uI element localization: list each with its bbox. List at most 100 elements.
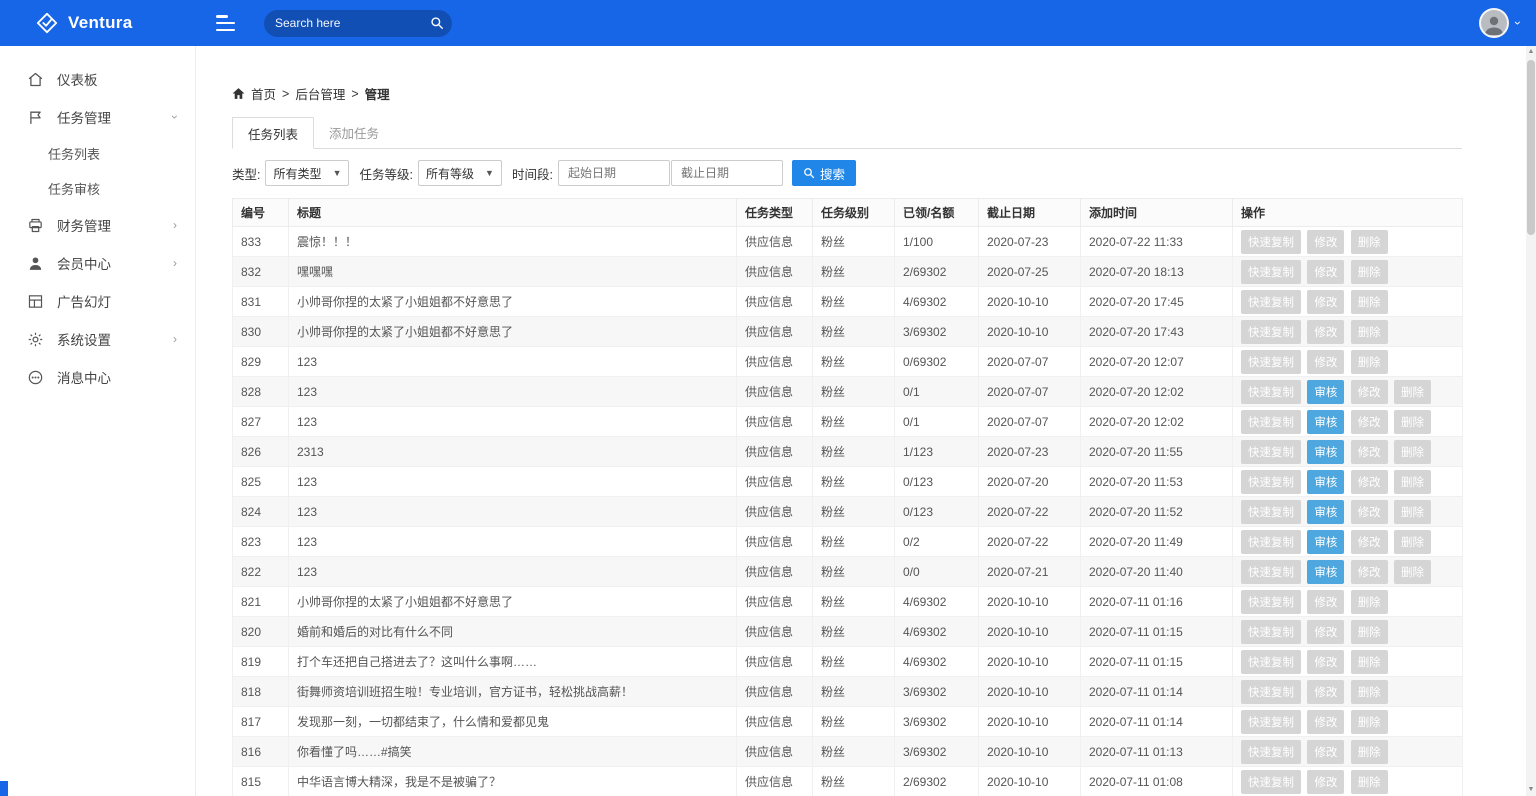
quick-copy-button[interactable]: 快速复制 [1241,530,1301,554]
home-icon[interactable] [232,87,245,100]
delete-button[interactable]: 删除 [1351,290,1388,314]
delete-button[interactable]: 删除 [1351,260,1388,284]
quick-copy-button[interactable]: 快速复制 [1241,500,1301,524]
quick-copy-button[interactable]: 快速复制 [1241,710,1301,734]
delete-button[interactable]: 删除 [1351,740,1388,764]
delete-button[interactable]: 删除 [1394,500,1431,524]
quick-copy-button[interactable]: 快速复制 [1241,290,1301,314]
edit-button[interactable]: 修改 [1307,260,1344,284]
search-input[interactable] [275,16,430,30]
edit-button[interactable]: 修改 [1307,770,1344,794]
edit-button[interactable]: 修改 [1351,500,1388,524]
edit-button[interactable]: 修改 [1351,470,1388,494]
delete-button[interactable]: 删除 [1351,350,1388,374]
hamburger-menu-icon[interactable] [216,15,238,31]
edit-button[interactable]: 修改 [1307,320,1344,344]
quick-copy-button[interactable]: 快速复制 [1241,440,1301,464]
delete-button[interactable]: 删除 [1394,470,1431,494]
quick-copy-button[interactable]: 快速复制 [1241,650,1301,674]
sidebar-item-system-settings[interactable]: 系统设置 › [0,320,195,358]
start-date-input[interactable] [558,160,670,186]
quick-copy-button[interactable]: 快速复制 [1241,680,1301,704]
delete-button[interactable]: 删除 [1394,530,1431,554]
delete-button[interactable]: 删除 [1351,320,1388,344]
delete-button[interactable]: 删除 [1351,710,1388,734]
delete-button[interactable]: 删除 [1351,620,1388,644]
quick-copy-button[interactable]: 快速复制 [1241,560,1301,584]
level-select[interactable]: 所有等级 ▼ [418,160,502,186]
search-icon[interactable] [430,16,444,30]
user-avatar[interactable] [1479,8,1509,38]
edit-button[interactable]: 修改 [1307,620,1344,644]
task-level: 粉丝 [813,587,895,617]
delete-button[interactable]: 删除 [1351,770,1388,794]
quick-copy-button[interactable]: 快速复制 [1241,260,1301,284]
delete-button[interactable]: 删除 [1394,410,1431,434]
brand[interactable]: Ventura [0,12,196,34]
vertical-scrollbar[interactable]: ▲ ▼ [1526,46,1536,796]
sidebar-item-ad-slides[interactable]: 广告幻灯 [0,282,195,320]
end-date-input[interactable] [671,160,783,186]
sidebar-item-message-center[interactable]: 消息中心 [0,358,195,396]
breadcrumb-item[interactable]: 首页 [251,84,276,103]
delete-button[interactable]: 删除 [1351,650,1388,674]
scrollbar-thumb[interactable] [1527,60,1535,235]
delete-button[interactable]: 删除 [1394,380,1431,404]
tab-add-task[interactable]: 添加任务 [314,117,394,148]
table-row: 828 123 供应信息 粉丝 0/1 2020-07-07 2020-07-2… [233,377,1463,407]
scroll-down-arrow-icon[interactable]: ▼ [1526,784,1536,796]
delete-button[interactable]: 删除 [1351,680,1388,704]
tab-task-list[interactable]: 任务列表 [232,117,314,149]
edit-button[interactable]: 修改 [1307,350,1344,374]
quick-copy-button[interactable]: 快速复制 [1241,470,1301,494]
scroll-up-arrow-icon[interactable]: ▲ [1526,46,1536,58]
sidebar-subitem-task-list[interactable]: 任务列表 [0,136,195,171]
edit-button[interactable]: 修改 [1351,530,1388,554]
quick-copy-button[interactable]: 快速复制 [1241,350,1301,374]
review-button[interactable]: 审核 [1307,560,1344,584]
review-button[interactable]: 审核 [1307,440,1344,464]
breadcrumb: 首页 > 后台管理 > 管理 [232,84,1462,103]
edit-button[interactable]: 修改 [1307,590,1344,614]
task-added-time: 2020-07-11 01:13 [1081,737,1233,767]
type-select[interactable]: 所有类型 ▼ [265,160,349,186]
edit-button[interactable]: 修改 [1351,560,1388,584]
home-icon [26,70,44,88]
edit-button[interactable]: 修改 [1307,710,1344,734]
edit-button[interactable]: 修改 [1307,290,1344,314]
edit-button[interactable]: 修改 [1307,740,1344,764]
edit-button[interactable]: 修改 [1351,380,1388,404]
quick-copy-button[interactable]: 快速复制 [1241,740,1301,764]
edit-button[interactable]: 修改 [1351,440,1388,464]
quick-copy-button[interactable]: 快速复制 [1241,380,1301,404]
sidebar-item-dashboard[interactable]: 仪表板 [0,60,195,98]
delete-button[interactable]: 删除 [1394,560,1431,584]
sidebar-item-task-management[interactable]: 任务管理 › [0,98,195,136]
breadcrumb-item-current: 管理 [365,84,390,103]
quick-copy-button[interactable]: 快速复制 [1241,590,1301,614]
breadcrumb-item[interactable]: 后台管理 [295,84,345,103]
delete-button[interactable]: 删除 [1351,590,1388,614]
review-button[interactable]: 审核 [1307,410,1344,434]
edit-button[interactable]: 修改 [1351,410,1388,434]
quick-copy-button[interactable]: 快速复制 [1241,230,1301,254]
review-button[interactable]: 审核 [1307,530,1344,554]
review-button[interactable]: 审核 [1307,470,1344,494]
review-button[interactable]: 审核 [1307,380,1344,404]
quick-copy-button[interactable]: 快速复制 [1241,410,1301,434]
edit-button[interactable]: 修改 [1307,680,1344,704]
chevron-down-icon[interactable]: › [1511,21,1525,25]
edit-button[interactable]: 修改 [1307,230,1344,254]
delete-button[interactable]: 删除 [1351,230,1388,254]
sidebar-item-member-center[interactable]: 会员中心 › [0,244,195,282]
search-button[interactable]: 搜索 [792,160,856,186]
search-button-label: 搜索 [820,164,845,183]
review-button[interactable]: 审核 [1307,500,1344,524]
quick-copy-button[interactable]: 快速复制 [1241,320,1301,344]
sidebar-item-finance[interactable]: 财务管理 › [0,206,195,244]
edit-button[interactable]: 修改 [1307,650,1344,674]
quick-copy-button[interactable]: 快速复制 [1241,620,1301,644]
sidebar-subitem-task-review[interactable]: 任务审核 [0,171,195,206]
delete-button[interactable]: 删除 [1394,440,1431,464]
quick-copy-button[interactable]: 快速复制 [1241,770,1301,794]
